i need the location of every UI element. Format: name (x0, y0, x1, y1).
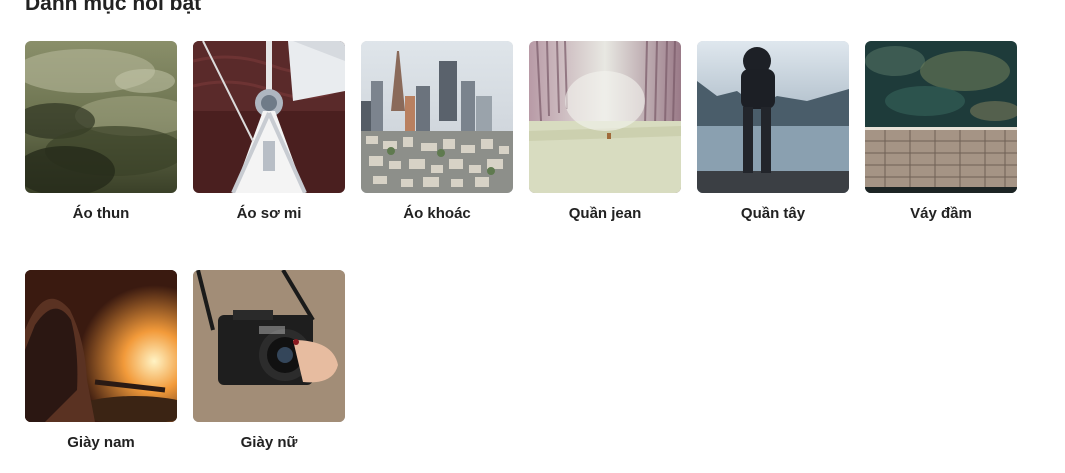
man-on-pier-image[interactable] (697, 41, 849, 193)
category-label[interactable]: Giày nam (25, 434, 177, 451)
category-grid: Áo thun Áo sơ mi Áo khoác Quần jean Quần… (25, 41, 1017, 451)
category-card-quan-jean[interactable]: Quần jean (529, 41, 681, 222)
city-skyline-image[interactable] (361, 41, 513, 193)
featured-categories-section: Danh mục nổi bật Áo thun Áo sơ mi Áo kho… (0, 0, 1065, 473)
category-card-ao-so-mi[interactable]: Áo sơ mi (193, 41, 345, 222)
category-label[interactable]: Quần jean (529, 205, 681, 222)
category-label[interactable]: Giày nữ (193, 434, 345, 451)
section-title: Danh mục nổi bật (25, 0, 202, 15)
category-card-giay-nam[interactable]: Giày nam (25, 270, 177, 451)
category-card-ao-thun[interactable]: Áo thun (25, 41, 177, 222)
category-card-ao-khoac[interactable]: Áo khoác (361, 41, 513, 222)
category-label[interactable]: Quần tây (697, 205, 849, 222)
category-card-vay-dam[interactable]: Váy đầm (865, 41, 1017, 222)
aerial-dock-image[interactable] (865, 41, 1017, 193)
category-label[interactable]: Áo khoác (361, 205, 513, 222)
category-label[interactable]: Áo thun (25, 205, 177, 222)
girl-with-fire-image[interactable] (25, 270, 177, 422)
sailboat-image[interactable] (193, 41, 345, 193)
category-label[interactable]: Váy đầm (865, 205, 1017, 222)
camera-hands-image[interactable] (193, 270, 345, 422)
category-label[interactable]: Áo sơ mi (193, 205, 345, 222)
category-card-quan-tay[interactable]: Quần tây (697, 41, 849, 222)
foggy-forest-image[interactable] (25, 41, 177, 193)
category-card-giay-nu[interactable]: Giày nữ (193, 270, 345, 451)
misty-road-image[interactable] (529, 41, 681, 193)
